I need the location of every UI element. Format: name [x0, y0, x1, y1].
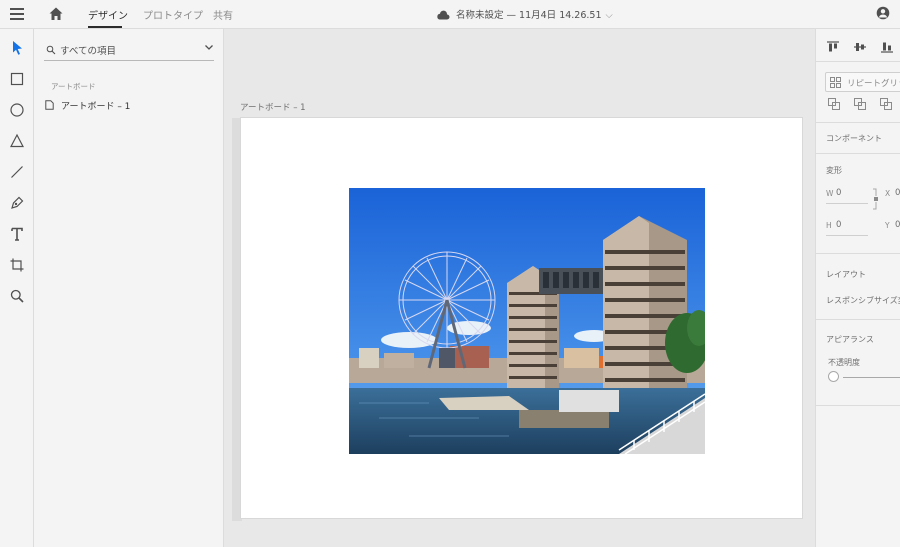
user-account-icon[interactable] [876, 6, 890, 20]
artboards-section-label: アートボード [51, 82, 96, 91]
repeat-grid-label: リピートグリッド [847, 79, 900, 89]
artboard[interactable] [240, 117, 803, 519]
height-label: H [826, 221, 832, 230]
design-canvas[interactable]: アートボード – 1 [224, 29, 815, 547]
tab-prototype[interactable]: プロトタイプ [143, 7, 203, 22]
rectangle-tool-icon[interactable] [8, 70, 26, 88]
divider [816, 253, 900, 254]
layer-filter-dropdown[interactable]: すべての項目 [44, 39, 214, 61]
x-label: X [885, 189, 891, 198]
repeat-grid-button[interactable]: リピートグリッド [825, 72, 900, 92]
zoom-tool-icon[interactable] [8, 287, 26, 305]
align-middle-icon[interactable] [853, 41, 867, 53]
boolean-intersect-icon[interactable] [880, 98, 892, 110]
width-label: W [826, 189, 834, 198]
lock-aspect-icon[interactable] [872, 188, 880, 210]
document-title-text: 名称未設定 — 11月4日 14.26.51 [456, 10, 602, 21]
text-tool-icon[interactable] [8, 225, 26, 243]
chevron-down-icon [205, 45, 213, 50]
width-field-underline [826, 203, 868, 204]
appearance-section-label: アピアランス [826, 335, 874, 344]
tool-bar [0, 29, 34, 547]
chevron-down-icon[interactable]: ⌵ [606, 10, 613, 21]
opacity-slider-track[interactable] [843, 377, 900, 378]
divider [816, 122, 900, 123]
top-bar: デザイン プロトタイプ 共有 名称未設定 — 11月4日 14.26.51 ⌵ [0, 0, 900, 29]
divider [816, 153, 900, 154]
repeat-grid-icon [830, 77, 841, 88]
opacity-label: 不透明度 [828, 358, 860, 367]
cloud-icon [437, 10, 450, 20]
boolean-add-icon[interactable] [828, 98, 840, 110]
artboard-name-label[interactable]: アートボード – 1 [240, 101, 306, 113]
ferris-wheel-photo[interactable] [349, 188, 705, 454]
hamburger-menu-icon[interactable] [10, 8, 24, 20]
polygon-tool-icon[interactable] [8, 132, 26, 150]
component-section-label: コンポーネント [826, 134, 882, 143]
artboard-tool-icon[interactable] [8, 256, 26, 274]
home-icon[interactable] [48, 6, 64, 22]
active-tab-indicator [88, 26, 122, 28]
opacity-slider-handle[interactable] [828, 371, 839, 382]
layer-item-artboard-1[interactable]: アートボード – 1 [44, 97, 214, 113]
y-label: Y [885, 221, 890, 230]
align-bottom-icon[interactable] [880, 41, 894, 53]
align-top-icon[interactable] [826, 41, 840, 53]
boolean-subtract-icon[interactable] [854, 98, 866, 110]
document-title[interactable]: 名称未設定 — 11月4日 14.26.51 ⌵ [436, 7, 613, 21]
properties-panel: リピートグリッド コンポーネント 変形 W 0 X 0 H 0 Y 0 レイアウ… [815, 29, 900, 547]
x-field[interactable]: 0 [895, 188, 900, 198]
y-field[interactable]: 0 [895, 220, 900, 230]
width-field[interactable]: 0 [836, 188, 841, 198]
layer-filter-label: すべての項目 [60, 46, 116, 57]
artboard-layer-icon [45, 100, 54, 110]
divider [816, 319, 900, 320]
line-tool-icon[interactable] [8, 163, 26, 181]
divider [816, 405, 900, 406]
divider [816, 61, 900, 62]
tab-design[interactable]: デザイン [88, 7, 128, 22]
height-field[interactable]: 0 [836, 220, 841, 230]
responsive-resize-label[interactable]: レスポンシブサイズ変更 [826, 295, 900, 306]
ellipse-tool-icon[interactable] [8, 101, 26, 119]
select-tool-icon[interactable] [8, 39, 26, 57]
pen-tool-icon[interactable] [8, 194, 26, 212]
height-field-underline [826, 235, 868, 236]
layout-section-label: レイアウト [826, 270, 866, 279]
tab-share[interactable]: 共有 [213, 7, 233, 22]
layer-item-label: アートボード – 1 [61, 102, 131, 112]
search-icon [46, 45, 56, 55]
transform-section-label: 変形 [826, 166, 842, 175]
layers-panel: すべての項目 アートボード アートボード – 1 [34, 29, 224, 547]
